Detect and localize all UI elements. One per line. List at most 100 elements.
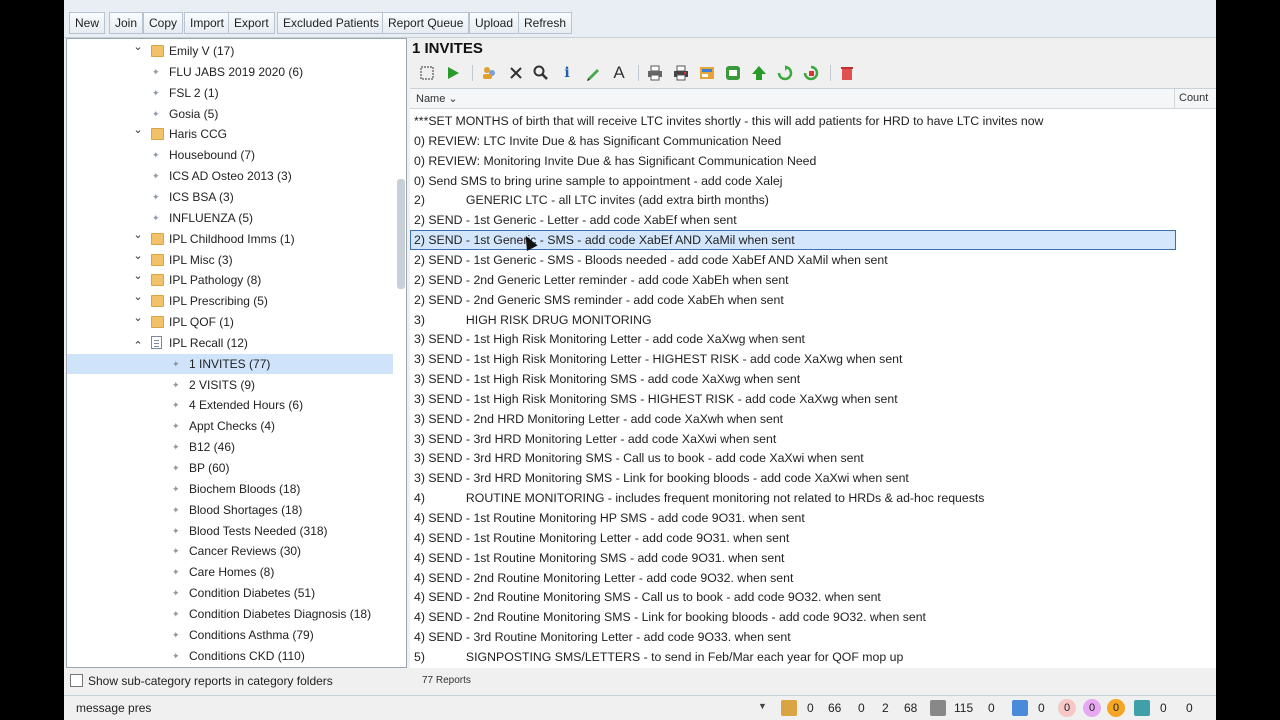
refresh-icon[interactable] bbox=[776, 64, 794, 82]
report-row[interactable]: 2) SEND - 1st Generic - Letter - add cod… bbox=[410, 210, 1176, 230]
report-row[interactable]: 2) SEND - 1st Generic - SMS - Bloods nee… bbox=[410, 250, 1176, 270]
delete-x-icon[interactable] bbox=[507, 64, 525, 82]
report-row[interactable]: ***SET MONTHS of birth that will receive… bbox=[410, 111, 1176, 131]
tree-item[interactable]: ⌄ IPL Misc (3) bbox=[67, 250, 387, 270]
tree-item[interactable]: ⌄ Haris CCG bbox=[67, 124, 387, 144]
tree-item[interactable]: ✦ FSL 2 (1) bbox=[67, 83, 387, 103]
toolbar-button-upload[interactable]: Upload bbox=[469, 12, 520, 34]
checkbox-box[interactable] bbox=[70, 674, 83, 687]
tree-item[interactable]: ✦ Appt Checks (4) bbox=[67, 416, 387, 436]
tree-item[interactable]: ✦ Biochem Bloods (18) bbox=[67, 479, 387, 499]
dropdown-arrow-icon[interactable]: ▼ bbox=[758, 701, 767, 711]
report-row[interactable]: 3) HIGH RISK DRUG MONITORING bbox=[410, 310, 1176, 330]
users-icon[interactable] bbox=[480, 64, 498, 82]
toolbar-button-join[interactable]: Join bbox=[109, 12, 144, 34]
report-row[interactable]: 4) SEND - 1st Routine Monitoring SMS - a… bbox=[410, 548, 1176, 568]
name-column-header[interactable]: Name ⌄ bbox=[416, 92, 458, 105]
report-row[interactable]: 4) SEND - 1st Routine Monitoring Letter … bbox=[410, 528, 1176, 548]
info-icon[interactable]: i bbox=[558, 64, 576, 82]
tree-item[interactable]: ✦ B12 (46) bbox=[67, 437, 387, 457]
report-row[interactable]: 4) SEND - 2nd Routine Monitoring SMS - C… bbox=[410, 587, 1176, 607]
collapse-chevron-icon[interactable]: ⌄ bbox=[131, 225, 145, 245]
tree-item[interactable]: ⌃ IPL Recall (12) bbox=[67, 333, 387, 353]
tree-item[interactable]: ✦ Conditions Asthma (79) bbox=[67, 625, 387, 645]
report-row[interactable]: 0) REVIEW: LTC Invite Due & has Signific… bbox=[410, 131, 1176, 151]
report-row[interactable]: 3) SEND - 1st High Risk Monitoring SMS -… bbox=[410, 389, 1176, 409]
tree-item[interactable]: ✦ Condition Diabetes (51) bbox=[67, 583, 387, 603]
report-row[interactable]: 3) SEND - 1st High Risk Monitoring SMS -… bbox=[410, 369, 1176, 389]
report-row[interactable]: 3) SEND - 3rd HRD Monitoring Letter - ad… bbox=[410, 429, 1176, 449]
tree-item[interactable]: ✦ Care Homes (8) bbox=[67, 562, 387, 582]
report-row[interactable]: 3) SEND - 2nd HRD Monitoring Letter - ad… bbox=[410, 409, 1176, 429]
toolbar-button-report-queue[interactable]: Report Queue bbox=[382, 12, 470, 34]
tree-item[interactable]: ✦ Housebound (7) bbox=[67, 145, 387, 165]
report-row[interactable]: 5) SIGNPOSTING SMS/LETTERS - to send in … bbox=[410, 647, 1176, 667]
toolbar-button-import[interactable]: Import bbox=[184, 12, 231, 34]
collapse-chevron-icon[interactable]: ⌄ bbox=[131, 246, 145, 266]
report-row[interactable]: 2) SEND - 2nd Generic Letter reminder - … bbox=[410, 270, 1176, 290]
report-row[interactable]: 2) GENERIC LTC - all LTC invites (add ex… bbox=[410, 190, 1176, 210]
upload-arrow-icon[interactable] bbox=[750, 64, 768, 82]
report-row[interactable]: 3) SEND - 3rd HRD Monitoring SMS - Link … bbox=[410, 468, 1176, 488]
collapse-chevron-icon[interactable]: ⌄ bbox=[131, 39, 145, 57]
toolbar-button-new[interactable]: New bbox=[69, 12, 106, 34]
collapse-chevron-icon[interactable]: ⌄ bbox=[131, 120, 145, 140]
tree-item[interactable]: ✦ FLU JABS 2019 2020 (6) bbox=[67, 62, 387, 82]
tree-item[interactable]: ✦ ICS BSA (3) bbox=[67, 187, 387, 207]
tree-item[interactable]: ⌄ IPL QOF (1) bbox=[67, 312, 387, 332]
tree-item[interactable]: ✦ 2 VISITS (9) bbox=[67, 375, 387, 395]
report-row[interactable]: 4) SEND - 2nd Routine Monitoring Letter … bbox=[410, 568, 1176, 588]
report-row[interactable]: 0) REVIEW: Monitoring Invite Due & has S… bbox=[410, 151, 1176, 171]
export-icon[interactable] bbox=[724, 64, 742, 82]
print-icon[interactable] bbox=[646, 64, 664, 82]
report-row[interactable]: 4) SEND - 1st Routine Monitoring HP SMS … bbox=[410, 508, 1176, 528]
tree-item[interactable]: ⌄ IPL Childhood Imms (1) bbox=[67, 229, 387, 249]
refresh-all-icon[interactable] bbox=[802, 64, 820, 82]
tree-item[interactable]: ✦ Blood Tests Needed (318) bbox=[67, 521, 387, 541]
toolbar-button-export[interactable]: Export bbox=[228, 12, 275, 34]
tree-item[interactable]: ✦ Condition Diabetes Diagnosis (18) bbox=[67, 604, 387, 624]
tree-item[interactable]: ⌄ IPL Prescribing (5) bbox=[67, 291, 387, 311]
report-list[interactable]: Name ⌄ Count ***SET MONTHS of birth that… bbox=[410, 88, 1216, 668]
tree-item[interactable]: ✦ Conditions CKD (110) bbox=[67, 646, 387, 666]
print-preview-icon[interactable] bbox=[672, 64, 690, 82]
tree-item[interactable]: ✦ BP (60) bbox=[67, 458, 387, 478]
report-row[interactable]: 3) SEND - 1st High Risk Monitoring Lette… bbox=[410, 349, 1176, 369]
edit-pen-icon[interactable] bbox=[584, 64, 602, 82]
select-all-icon[interactable] bbox=[418, 64, 436, 82]
tree-item[interactable]: ✦ INFLUENZA (5) bbox=[67, 208, 387, 228]
layout-icon[interactable] bbox=[698, 64, 716, 82]
tree-item[interactable]: ✦ Cancer Reviews (30) bbox=[67, 541, 387, 561]
collapse-chevron-icon[interactable]: ⌄ bbox=[131, 287, 145, 307]
toolbar-button-refresh[interactable]: Refresh bbox=[518, 12, 573, 34]
tree-item[interactable]: ✦ 4 Extended Hours (6) bbox=[67, 395, 387, 415]
tree-scrollbar-thumb[interactable] bbox=[397, 179, 405, 289]
sort-chevron-icon[interactable]: ⌄ bbox=[448, 93, 457, 105]
tree-item[interactable]: ✦ ICS AD Osteo 2013 (3) bbox=[67, 166, 387, 186]
tree-item[interactable]: ⌄ IPL Pathology (8) bbox=[67, 270, 387, 290]
collapse-chevron-icon[interactable]: ⌄ bbox=[131, 308, 145, 328]
report-tree-panel[interactable]: ⌄ Emily V (17) ✦ FLU JABS 2019 2020 (6) ✦ FSL… bbox=[66, 38, 407, 668]
count-column-header[interactable]: Count bbox=[1179, 92, 1208, 104]
report-row[interactable]: 2) SEND - 2nd Generic SMS reminder - add… bbox=[410, 290, 1176, 310]
tree-item[interactable]: ✦ Gosia (5) bbox=[67, 104, 387, 124]
run-icon[interactable] bbox=[444, 64, 462, 82]
report-row[interactable]: 4) ROUTINE MONITORING - includes frequen… bbox=[410, 488, 1176, 508]
toolbar-button-copy[interactable]: Copy bbox=[143, 12, 184, 34]
collapse-chevron-icon[interactable]: ⌄ bbox=[131, 266, 145, 286]
report-row[interactable]: 0) Send SMS to bring urine sample to app… bbox=[410, 171, 1176, 191]
tree-item[interactable]: ✦ 1 INVITES (77) bbox=[67, 353, 393, 374]
tree-item[interactable]: ⌄ Emily V (17) bbox=[67, 41, 387, 61]
report-row[interactable]: 4) SEND - 3rd Routine Monitoring Letter … bbox=[410, 627, 1176, 647]
show-subcategory-checkbox[interactable]: Show sub-category reports in category fo… bbox=[70, 672, 333, 690]
report-row[interactable]: 3) SEND - 1st High Risk Monitoring Lette… bbox=[410, 329, 1176, 349]
font-icon[interactable]: A bbox=[610, 63, 628, 82]
column-divider[interactable] bbox=[1174, 89, 1175, 109]
report-row[interactable]: 3) SEND - 3rd HRD Monitoring SMS - Call … bbox=[410, 448, 1176, 468]
tree-item[interactable]: ✦ Blood Shortages (18) bbox=[67, 500, 387, 520]
search-icon[interactable] bbox=[532, 64, 550, 82]
toolbar-button-excluded-patients[interactable]: Excluded Patients bbox=[277, 12, 386, 34]
report-row[interactable]: 5) NDPP - work to do - send Letter re ND… bbox=[410, 667, 1176, 668]
report-row[interactable]: 4) SEND - 2nd Routine Monitoring SMS - L… bbox=[410, 607, 1176, 627]
trash-icon[interactable] bbox=[838, 64, 856, 82]
